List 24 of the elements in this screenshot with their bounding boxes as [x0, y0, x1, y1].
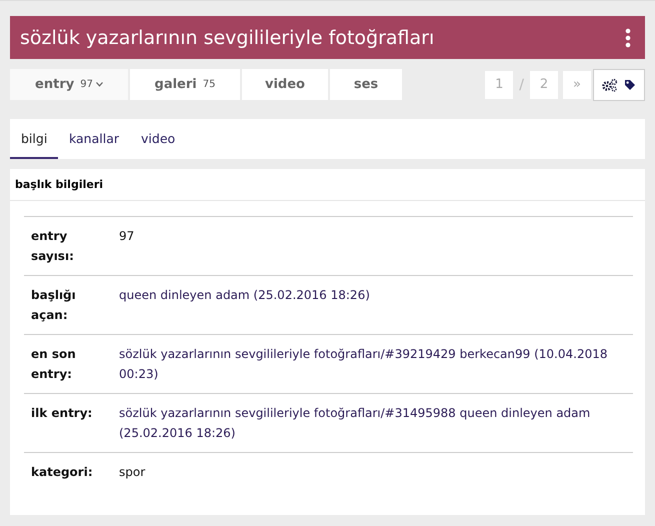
nav-button[interactable]: video — [242, 69, 328, 100]
nav-button[interactable]: entry 97 — [10, 69, 128, 100]
field-label: en son entry: — [31, 346, 77, 383]
tab[interactable]: bilgi — [10, 119, 58, 159]
value-link[interactable]: sözlük yazarlarının sevgilileriyle fotoğrafları/#39219429 berkecan99 (10.04.2018 00:23) — [119, 344, 633, 384]
field-label: kategori: — [31, 464, 94, 481]
topic-title: sözlük yazarlarının sevgilileriyle fotoğrafları — [20, 26, 434, 48]
value-link[interactable]: sözlük yazarlarının sevgilileriyle fotoğrafları/#31495988 queen dinleyen adam (25.02.2016 18:26) — [119, 403, 633, 443]
field-label: başlığı açan: — [31, 287, 77, 324]
section-title: başlık bilgileri — [10, 169, 645, 201]
tab[interactable]: video — [130, 119, 186, 159]
gears-icon — [602, 78, 618, 92]
tab[interactable]: kanallar — [58, 119, 130, 159]
field-value: spor — [119, 464, 146, 481]
field-label: ilk entry: — [31, 405, 94, 422]
value-link[interactable]: queen dinleyen adam (25.02.2016 18:26) — [119, 285, 370, 325]
field-label: entry sayısı: — [31, 228, 75, 265]
menu-icon[interactable] — [625, 28, 631, 48]
tag-icon — [624, 78, 636, 90]
nav-button[interactable]: galeri 75 — [130, 69, 240, 100]
tools-button[interactable] — [593, 68, 645, 100]
nav-button[interactable]: ses — [330, 69, 402, 100]
field-value: 97 — [119, 228, 134, 245]
page-separator: / — [519, 76, 524, 92]
